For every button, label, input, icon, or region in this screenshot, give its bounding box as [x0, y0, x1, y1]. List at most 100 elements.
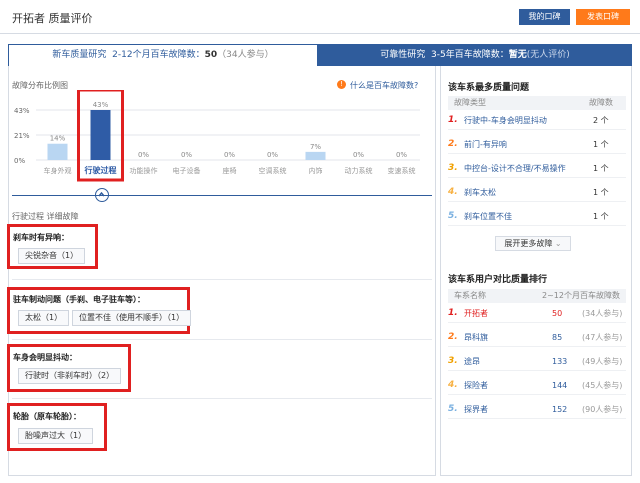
- bar-value-label: 14%: [50, 135, 66, 143]
- tab-sub: （34人参与）: [217, 50, 274, 60]
- ranking-row[interactable]: 3. 途昂 133 (49人参与): [448, 352, 626, 371]
- fault-value: 85: [552, 333, 563, 342]
- ranking-row[interactable]: 1. 开拓者 50 (34人参与): [448, 304, 626, 323]
- participant-count: (49人参与): [582, 357, 623, 366]
- x-tick-label[interactable]: 空调系统: [259, 166, 287, 175]
- col-name: 车系名称: [454, 291, 486, 300]
- divider: [12, 339, 432, 340]
- x-tick-label[interactable]: 动力系统: [345, 166, 373, 175]
- top-issues-header: 故障类型 故障数: [448, 96, 626, 110]
- tab-desc: 3-5年百车故障数：: [431, 50, 509, 60]
- rank-number: 4.: [448, 187, 458, 197]
- rank-number: 5.: [448, 404, 458, 414]
- col-type: 故障类型: [454, 98, 486, 107]
- y-tick-label: 21%: [14, 132, 30, 140]
- fault-tag[interactable]: 位置不佳（使用不顺手）（1）: [72, 310, 192, 326]
- bar-value-label: 0%: [181, 151, 192, 159]
- bar-value-label: 0%: [396, 151, 407, 159]
- rank-number: 3.: [448, 163, 458, 173]
- fault-section: 轮胎（原车轮胎）： 胎噪声过大（1）: [7, 403, 107, 451]
- issue-count: 1 个: [593, 212, 609, 221]
- series-name: 昂科旗: [464, 333, 488, 342]
- ranking-row[interactable]: 4. 探险者 144 (45人参与): [448, 376, 626, 395]
- issue-name: 中控台-设计不合理/不易操作: [464, 164, 566, 173]
- tab-desc: 2-12个月百车故障数：: [112, 50, 205, 60]
- rank-number: 2.: [448, 332, 458, 342]
- bar-value-label: 0%: [267, 151, 278, 159]
- participant-count: (45人参与): [582, 381, 623, 390]
- series-name: 开拓者: [464, 309, 488, 318]
- my-review-button[interactable]: 我的口碑: [519, 9, 570, 25]
- fault-value: 152: [552, 405, 568, 414]
- x-tick-label[interactable]: 行驶过程: [84, 165, 117, 175]
- tab-label: 新车质量研究: [52, 50, 107, 60]
- issue-row[interactable]: 5. 刹车位置不佳 1 个: [448, 207, 626, 226]
- issue-name: 行驶中-车身会明显抖动: [464, 116, 547, 125]
- series-name: 途昂: [464, 357, 480, 366]
- chart-bar[interactable]: [90, 110, 111, 160]
- rank-number: 2.: [448, 139, 458, 149]
- rank-number: 5.: [448, 211, 458, 221]
- issue-row[interactable]: 4. 刹车太松 1 个: [448, 183, 626, 202]
- rank-number: 4.: [448, 380, 458, 390]
- fault-section: 驻车制动问题（手刹、电子驻车等）： 太松（1） 位置不佳（使用不顺手）（1）: [7, 287, 192, 334]
- series-name: 探险者: [464, 381, 488, 390]
- chart-y-ticks: 43% 21% 0%: [14, 107, 30, 165]
- fault-tag[interactable]: 尖锐杂音（1）: [18, 248, 86, 264]
- fault-section: 刹车时有异响： 尖锐杂音（1）: [7, 224, 98, 269]
- issue-name: 刹车位置不佳: [464, 212, 512, 221]
- more-label: 展开更多故障: [504, 239, 553, 248]
- chart-x-labels: 车身外观 行驶过程 功能操作 电子设备 座椅 空调系统 内饰 动力系统 变速系统: [44, 165, 416, 175]
- rank-number: 1.: [448, 115, 458, 125]
- ranking-header: 车系名称 2~12个月百车故障数: [448, 289, 626, 303]
- fault-section-title: 驻车制动问题（手刹、电子驻车等）：: [13, 295, 145, 304]
- x-tick-label[interactable]: 电子设备: [173, 166, 201, 175]
- x-tick-label[interactable]: 内饰: [309, 166, 323, 175]
- bar-value-label: 0%: [224, 151, 235, 159]
- x-tick-label[interactable]: 车身外观: [44, 166, 72, 175]
- tab-value: 暂无: [508, 50, 527, 60]
- top-issues-title: 该车系最多质量问题: [448, 83, 530, 93]
- fault-tag[interactable]: 太松（1）: [18, 310, 70, 326]
- chart-bar[interactable]: [305, 151, 326, 160]
- breadcrumb: 行驶过程 详细故障: [12, 212, 79, 221]
- divider: [12, 398, 432, 399]
- issue-count: 1 个: [593, 164, 609, 173]
- fault-value: 133: [552, 357, 568, 366]
- issue-count: 1 个: [593, 188, 609, 197]
- tab-label: 可靠性研究: [380, 50, 426, 60]
- fault-section-title: 刹车时有异响：: [13, 233, 69, 242]
- bar-value-label: 0%: [138, 151, 149, 159]
- chart-bar[interactable]: [47, 143, 68, 160]
- chart-divider: [12, 195, 432, 196]
- tab-sub: (无人评价): [526, 50, 570, 60]
- ranking-row[interactable]: 5. 探界者 152 (90人参与): [448, 400, 626, 419]
- issue-row[interactable]: 2. 前门-有异响 1 个: [448, 135, 626, 154]
- page-title: 开拓者 质量评价: [12, 12, 93, 25]
- x-tick-label[interactable]: 座椅: [223, 166, 237, 175]
- issue-row[interactable]: 1. 行驶中-车身会明显抖动 2 个: [448, 111, 626, 130]
- fault-tag[interactable]: 胎噪声过大（1）: [18, 428, 94, 444]
- ranking-row[interactable]: 2. 昂科旗 85 (47人参与): [448, 328, 626, 347]
- series-name: 探界者: [464, 405, 488, 414]
- col-count: 故障数: [589, 98, 613, 107]
- issue-name: 前门-有异响: [464, 140, 507, 149]
- expand-more-button[interactable]: 展开更多故障 ⌄: [495, 236, 571, 251]
- participant-count: (47人参与): [582, 333, 623, 342]
- issue-count: 1 个: [593, 140, 609, 149]
- participant-count: (90人参与): [582, 405, 623, 414]
- bar-value-label: 43%: [93, 101, 109, 109]
- participant-count: (34人参与): [582, 309, 623, 318]
- post-review-button[interactable]: 发表口碑: [576, 9, 630, 25]
- x-tick-label[interactable]: 功能操作: [130, 166, 158, 175]
- issue-row[interactable]: 3. 中控台-设计不合理/不易操作 1 个: [448, 159, 626, 178]
- tab-value: 50: [204, 50, 218, 60]
- ranking-title: 该车系用户对比质量排行: [448, 275, 548, 285]
- fault-tag[interactable]: 行驶时（非刹车时）（2）: [18, 368, 122, 384]
- issue-count: 2 个: [593, 116, 609, 125]
- divider: [12, 279, 432, 280]
- x-tick-label[interactable]: 变速系统: [388, 166, 416, 175]
- tab-new-car-quality[interactable]: 新车质量研究 2-12个月百车故障数：50（34人参与）: [8, 44, 318, 66]
- rank-number: 3.: [448, 356, 458, 366]
- tab-reliability[interactable]: 可靠性研究 3-5年百车故障数：暂无(无人评价): [318, 44, 632, 66]
